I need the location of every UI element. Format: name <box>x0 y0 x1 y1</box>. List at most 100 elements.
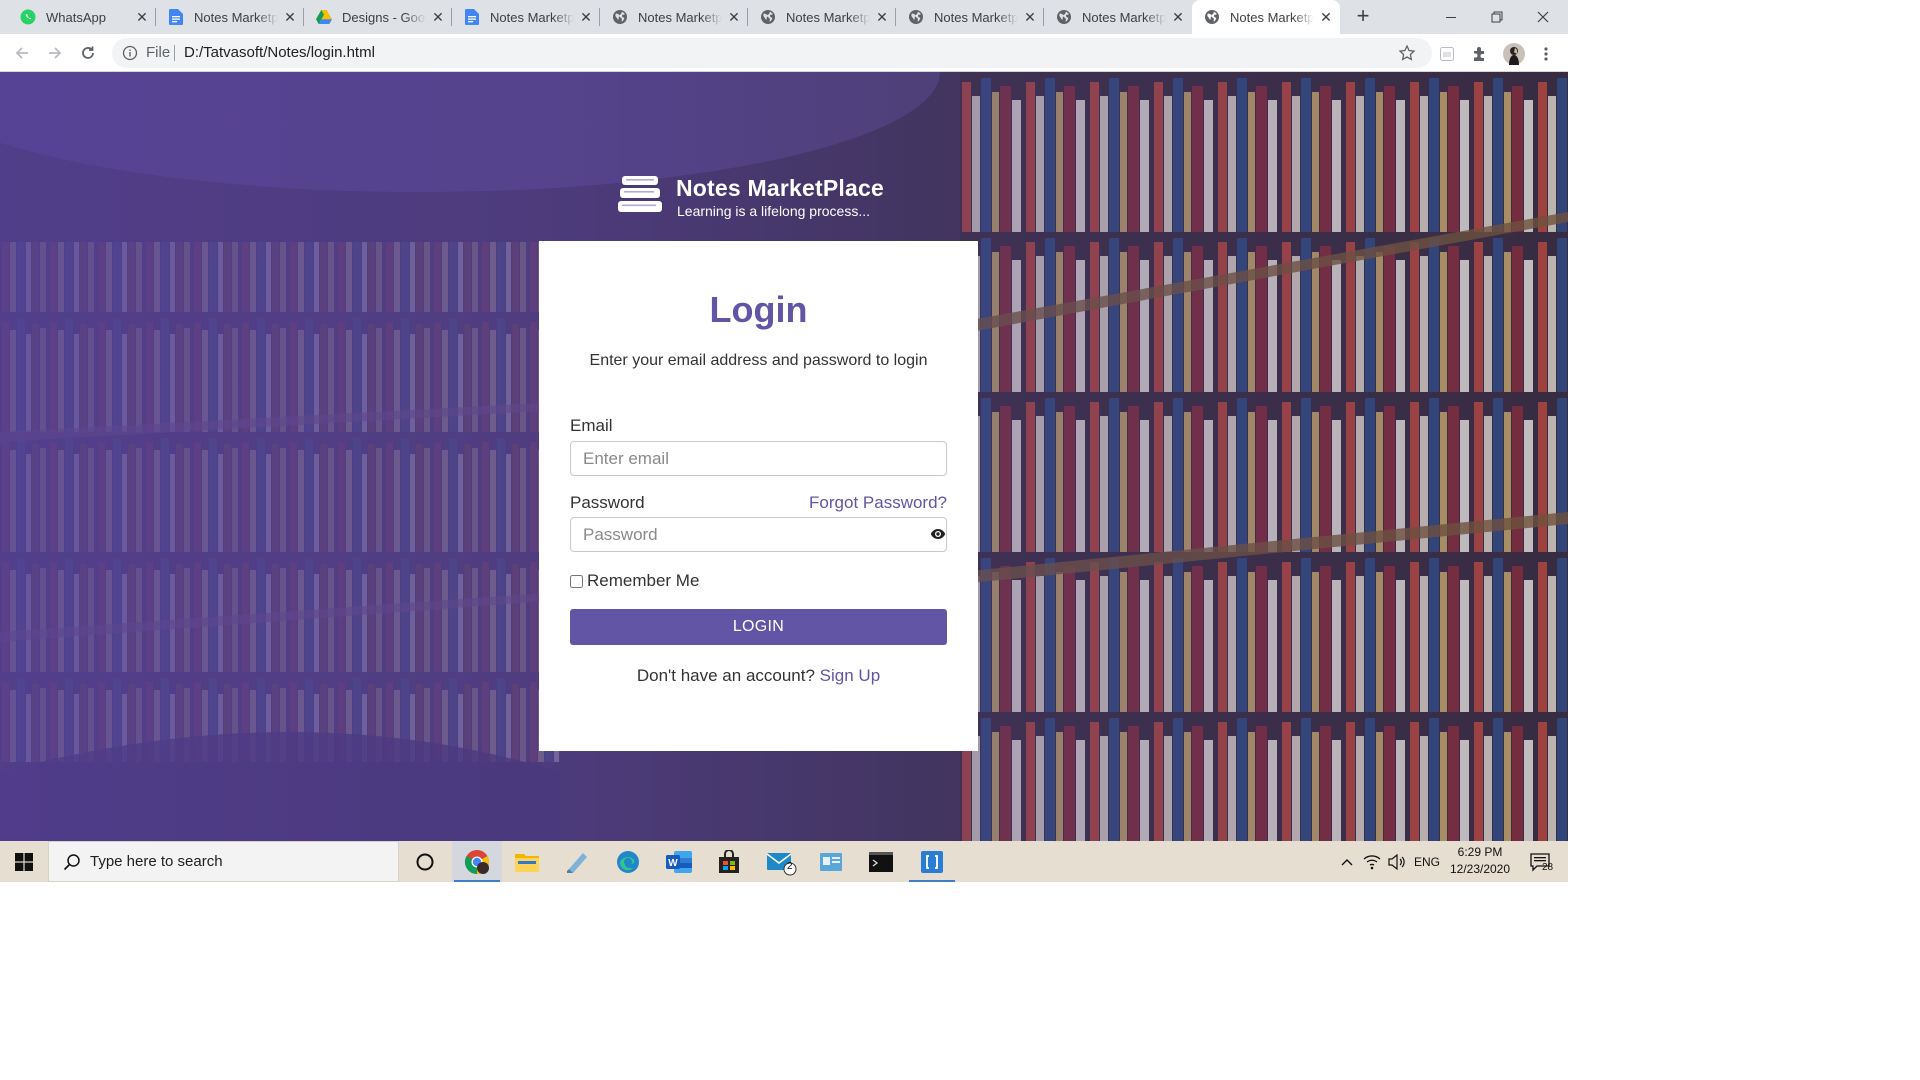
taskbar-terminal[interactable] <box>856 841 906 882</box>
terminal-icon <box>869 851 893 872</box>
restore-icon <box>1491 11 1503 23</box>
bookmark-star-icon[interactable] <box>1398 44 1416 67</box>
search-icon <box>63 853 81 876</box>
login-subtitle: Enter your email address and password to… <box>589 352 928 369</box>
tab-title: Designs - Google Drive <box>342 9 426 25</box>
forward-button[interactable] <box>43 42 67 64</box>
url-text[interactable]: D:/Tatvasoft/Notes/login.html <box>184 44 375 61</box>
forgot-password-link[interactable]: Forgot Password? <box>809 493 947 513</box>
tab-notes-marketplace-local-4[interactable]: Notes Marketplace ✕ <box>1044 0 1192 34</box>
remember-me[interactable]: Remember Me <box>570 571 699 591</box>
tab-notes-marketplace-doc[interactable]: Notes Marketplace ✕ <box>156 0 304 34</box>
url-separator <box>174 45 175 61</box>
password-field[interactable] <box>570 517 947 552</box>
brand-logo[interactable]: Notes MarketPlace Learning is a lifelong… <box>618 175 898 221</box>
minimize-button[interactable] <box>1428 0 1474 34</box>
address-toolbar: File D:/Tatvasoft/Notes/login.html <box>0 34 1568 72</box>
extension-icon[interactable] <box>1437 44 1457 64</box>
signup-link[interactable]: Sign Up <box>820 666 880 685</box>
windows-taskbar: Type here to search W 2 ENG 6:29 PM 12/2… <box>0 841 1568 882</box>
speaker-icon <box>1388 853 1405 870</box>
tab-title: Notes Marketplace <box>638 9 722 25</box>
avatar[interactable] <box>1503 43 1525 65</box>
globe-icon <box>1204 9 1220 25</box>
tab-title: Notes Marketplace <box>786 9 870 25</box>
close-icon[interactable]: ✕ <box>282 9 298 25</box>
password-label: Password <box>570 493 645 512</box>
close-icon[interactable]: ✕ <box>874 9 890 25</box>
svg-text:W: W <box>668 858 678 869</box>
close-icon[interactable]: ✕ <box>1318 9 1334 25</box>
close-icon[interactable]: ✕ <box>726 9 742 25</box>
windows-logo-icon <box>15 852 33 871</box>
taskbar-word[interactable]: W <box>654 841 704 882</box>
taskbar-store[interactable] <box>704 841 754 882</box>
puzzle-icon[interactable] <box>1470 44 1490 64</box>
folder-icon <box>515 853 539 872</box>
notepad-icon <box>567 852 587 873</box>
login-card: Login Enter your email address and passw… <box>539 241 978 751</box>
close-icon[interactable]: ✕ <box>430 9 446 25</box>
cortana-button[interactable] <box>400 841 450 882</box>
reload-button[interactable] <box>76 42 100 64</box>
taskbar-file-explorer[interactable] <box>502 841 552 882</box>
menu-kebab-icon[interactable] <box>1536 44 1556 64</box>
action-center-button[interactable]: 28 <box>1520 841 1560 882</box>
start-button[interactable] <box>0 841 48 882</box>
info-icon[interactable] <box>122 45 138 66</box>
globe-icon <box>760 9 776 25</box>
browser-tab-strip: WhatsApp ✕ Notes Marketplace ✕ Designs -… <box>0 0 1568 34</box>
close-icon[interactable]: ✕ <box>578 9 594 25</box>
close-window-button[interactable] <box>1520 0 1566 34</box>
tab-notes-marketplace-local-2[interactable]: Notes Marketplace ✕ <box>748 0 896 34</box>
tab-notes-marketplace-doc-2[interactable]: Notes Marketplace ✕ <box>452 0 600 34</box>
show-hidden-icons-button[interactable] <box>1336 841 1358 882</box>
page-viewport: Notes MarketPlace Learning is a lifelong… <box>0 72 1568 841</box>
arrow-right-icon <box>49 47 62 59</box>
tab-title: WhatsApp <box>46 9 106 25</box>
show-password-eye-icon[interactable] <box>930 527 946 546</box>
tab-designs-drive[interactable]: Designs - Google Drive ✕ <box>304 0 452 34</box>
tab-notes-marketplace-local-1[interactable]: Notes Marketplace ✕ <box>600 0 748 34</box>
close-icon[interactable]: ✕ <box>1022 9 1038 25</box>
taskbar-mail[interactable]: 2 <box>756 841 806 882</box>
globe-icon <box>612 9 628 25</box>
login-button[interactable]: LOGIN <box>570 609 947 645</box>
input-language[interactable]: ENG <box>1410 841 1444 882</box>
tab-title: Notes Marketplace <box>194 9 278 25</box>
taskbar-app-3[interactable] <box>552 841 602 882</box>
tab-title: Notes Marketplace <box>1230 9 1314 25</box>
system-clock[interactable]: 6:29 PM 12/23/2020 <box>1444 844 1516 878</box>
tab-title: Notes Marketplace <box>490 9 574 25</box>
login-title: Login <box>709 289 808 330</box>
new-tab-button[interactable]: + <box>1350 4 1376 30</box>
back-button[interactable] <box>10 42 34 64</box>
tab-title: Notes Marketplace <box>934 9 1018 25</box>
tab-whatsapp[interactable]: WhatsApp ✕ <box>0 0 156 34</box>
remember-me-checkbox[interactable] <box>570 574 583 588</box>
restore-button[interactable] <box>1474 0 1520 34</box>
id-card-icon <box>820 852 842 871</box>
taskbar-snipping-tool[interactable] <box>907 841 957 882</box>
edge-icon <box>617 850 639 873</box>
clock-date: 12/23/2020 <box>1449 862 1511 876</box>
word-icon: W <box>666 850 692 873</box>
clock-time: 6:29 PM <box>1457 845 1503 859</box>
tab-notes-marketplace-active[interactable]: Notes Marketplace ✕ <box>1192 0 1340 34</box>
tab-notes-marketplace-local-3[interactable]: Notes Marketplace ✕ <box>896 0 1044 34</box>
close-icon[interactable]: ✕ <box>134 9 150 25</box>
taskbar-edge[interactable] <box>603 841 653 882</box>
taskbar-search[interactable]: Type here to search <box>48 841 399 882</box>
network-status[interactable] <box>1360 841 1384 882</box>
volume-control[interactable] <box>1385 841 1409 882</box>
taskbar-chrome[interactable] <box>452 841 502 882</box>
books-stack-icon <box>618 175 664 220</box>
taskbar-app-outlook[interactable] <box>806 841 856 882</box>
store-bag-icon <box>719 849 739 873</box>
email-field[interactable] <box>570 441 947 476</box>
omnibox[interactable]: File D:/Tatvasoft/Notes/login.html <box>112 38 1432 68</box>
search-placeholder: Type here to search <box>90 853 223 870</box>
url-scheme: File <box>146 44 171 61</box>
snip-bracket-icon <box>921 850 943 873</box>
close-icon[interactable]: ✕ <box>1170 9 1186 25</box>
